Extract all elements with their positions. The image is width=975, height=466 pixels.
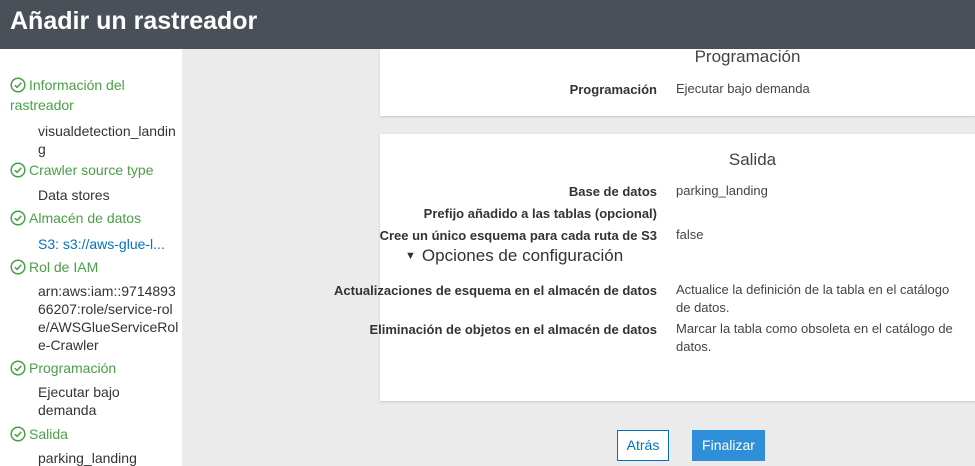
config-row-value: Marcar la tabla como obsoleta en el catá…: [676, 321, 953, 354]
config-row-label: Actualizaciones de esquema en el almacén…: [334, 283, 657, 298]
check-circle-icon: [10, 259, 26, 275]
config-options-label: Opciones de configuración: [421, 246, 624, 265]
check-circle-icon: [10, 360, 26, 376]
schedule-panel-title: Programación: [694, 47, 801, 66]
output-row-value: parking_landing: [676, 183, 768, 198]
config-row-label: Eliminación de objetos en el almacén de …: [369, 322, 657, 337]
page-header: Añadir un rastreador: [0, 0, 975, 49]
check-circle-icon: [10, 77, 26, 93]
output-panel-title: Salida: [728, 150, 777, 169]
sidebar-step-output[interactable]: Salida: [10, 424, 178, 444]
check-circle-icon: [10, 426, 26, 442]
check-circle-icon: [10, 162, 26, 178]
output-row-label: Base de datos: [568, 184, 657, 199]
finish-button[interactable]: Finalizar: [692, 430, 765, 461]
sidebar-step-crawler-info[interactable]: Información del rastreador: [10, 75, 178, 115]
caret-down-icon: ▼: [405, 250, 416, 262]
config-options-toggle[interactable]: ▼ Opciones de configuración: [405, 246, 623, 266]
output-row-label: Prefijo añadido a las tablas (opcional): [423, 206, 657, 221]
check-circle-icon: [10, 210, 26, 226]
sidebar-step-data-store[interactable]: Almacén de datos: [10, 208, 178, 228]
sidebar-step-value: arn:aws:iam::971489366207:role/service-r…: [38, 283, 179, 353]
sidebar-step-label: Información del rastreador: [10, 77, 125, 113]
sidebar-step-label: Crawler source type: [29, 162, 154, 178]
sidebar-step-label: Programación: [29, 360, 117, 376]
sidebar-step-value: visualdetection_landing: [38, 123, 176, 157]
output-row-value: false: [676, 227, 704, 242]
config-row-value: Actualice la definición de la tabla en e…: [676, 282, 950, 315]
page-title: Añadir un rastreador: [10, 7, 258, 35]
back-button[interactable]: Atrás: [617, 430, 669, 461]
wizard-sidebar: Información del rastreador visualdetecti…: [0, 49, 182, 466]
sidebar-step-label: Rol de IAM: [29, 259, 99, 275]
sidebar-step-label: Salida: [29, 426, 68, 442]
sidebar-step-value: Ejecutar bajo demanda: [38, 384, 120, 418]
sidebar-step-value: Data stores: [38, 187, 110, 203]
sidebar-step-source-type[interactable]: Crawler source type: [10, 160, 178, 180]
sidebar-step-schedule[interactable]: Programación: [10, 358, 178, 378]
schedule-label: Programación: [569, 82, 657, 97]
sidebar-step-label: Almacén de datos: [29, 210, 142, 226]
sidebar-step-value: parking_landing: [38, 450, 137, 466]
output-row-label: Cree un único esquema para cada ruta de …: [379, 228, 657, 243]
schedule-value: Ejecutar bajo demanda: [676, 81, 810, 96]
output-panel: Salida: [380, 134, 975, 401]
sidebar-step-iam-role[interactable]: Rol de IAM: [10, 257, 178, 277]
sidebar-step-value-link[interactable]: S3: s3://aws-glue-l...: [38, 235, 180, 253]
